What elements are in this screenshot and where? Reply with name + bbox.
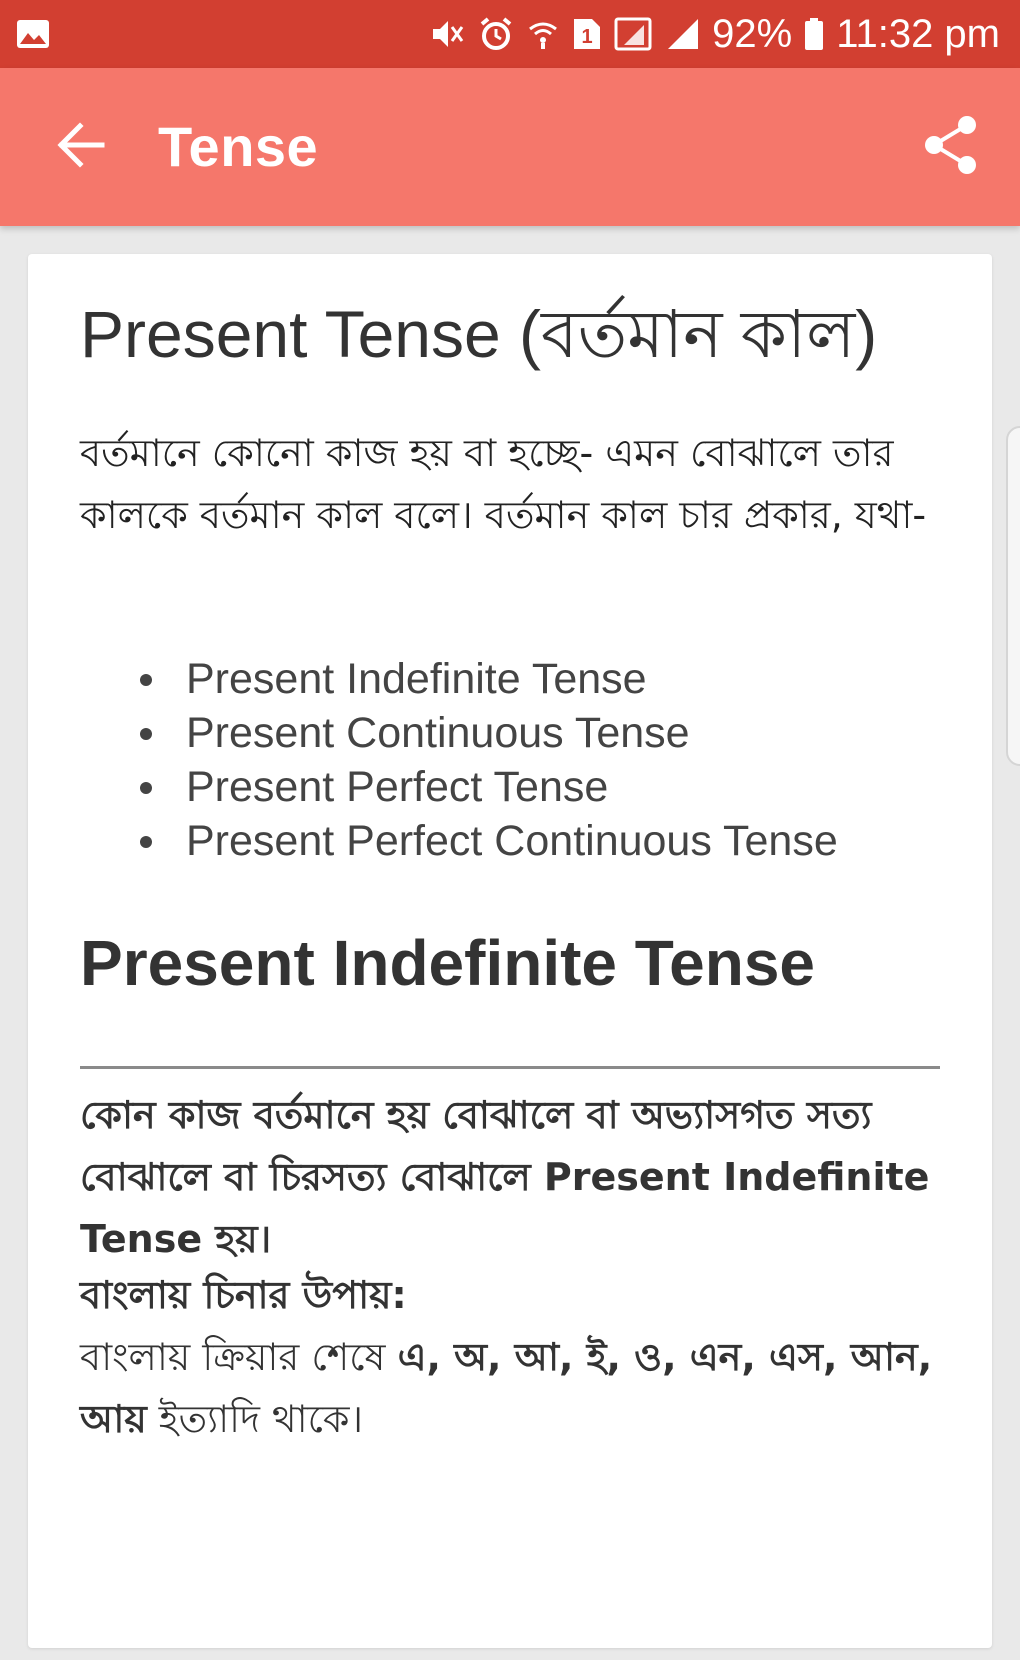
sim-label: 1 xyxy=(582,26,593,48)
signal-icon xyxy=(664,17,700,51)
arrow-back-icon xyxy=(56,122,106,172)
status-time: 11:32 pm xyxy=(836,11,1000,56)
scroll-handle[interactable] xyxy=(1006,426,1020,766)
wifi-icon xyxy=(526,17,560,51)
identification-title: বাংলায় চিনার উপায়: xyxy=(80,1273,407,1317)
share-button[interactable] xyxy=(916,112,986,182)
divider xyxy=(80,1066,940,1069)
list-item: Present Indefinite Tense xyxy=(80,652,838,706)
status-bar: 1 92% 11:32 pm xyxy=(0,0,1020,68)
signal-icon xyxy=(614,17,652,51)
battery-percent: 92% xyxy=(712,11,793,56)
back-button[interactable] xyxy=(46,112,116,182)
intro-paragraph: বর্তমানে কোনো কাজ হয় বা হচ্ছে- এমন বোঝা… xyxy=(80,431,927,537)
app-bar: Tense xyxy=(0,68,1020,226)
identification-text: বাংলায় ক্রিয়ার শেষে এ, অ, আ, ই, ও, এন,… xyxy=(80,1326,970,1450)
page-title: Tense xyxy=(158,115,319,178)
share-icon xyxy=(923,115,979,179)
list-item: Present Perfect Continuous Tense xyxy=(80,814,838,868)
definition-text: কোন কাজ বর্তমানে হয় বোঝালে বা অভ্যাসগত … xyxy=(80,1093,930,1261)
identification-suffix: ইত্যাদি থাকে। xyxy=(146,1397,364,1441)
gallery-icon xyxy=(16,19,50,49)
identification-prefix: বাংলায় ক্রিয়ার শেষে xyxy=(80,1335,398,1379)
alarm-icon xyxy=(478,16,514,52)
sim-icon: 1 xyxy=(572,17,602,51)
list-item: Present Continuous Tense xyxy=(80,706,838,760)
subsection-heading: Present Indefinite Tense xyxy=(80,927,815,999)
mute-icon xyxy=(430,17,466,51)
battery-icon xyxy=(804,17,824,51)
tense-type-list: Present Indefinite Tense Present Continu… xyxy=(80,652,838,868)
section-heading: Present Tense (বর্তমান কাল) xyxy=(80,297,878,371)
list-item: Present Perfect Tense xyxy=(80,760,838,814)
content-card: Present Tense (বর্তমান কাল) বর্তমানে কোন… xyxy=(28,254,992,1648)
